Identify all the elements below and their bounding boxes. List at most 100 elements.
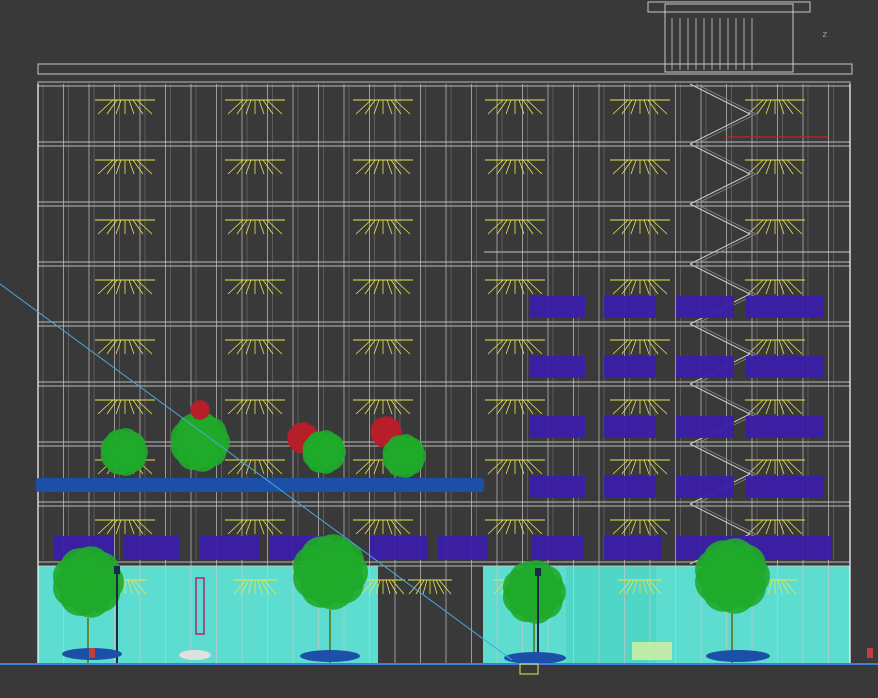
shrub [604, 536, 662, 560]
light-ray [136, 159, 153, 175]
light-ray [786, 339, 803, 355]
light-ray [765, 219, 772, 235]
light-ray [355, 159, 372, 175]
light-ray [612, 99, 629, 115]
light-ray [97, 99, 114, 115]
light-ray [106, 219, 118, 235]
light-ray [364, 339, 376, 355]
tree [100, 428, 148, 476]
light-ray [647, 459, 659, 475]
light-ray [262, 159, 274, 175]
shrub [676, 296, 734, 318]
light-ray [756, 159, 768, 175]
light-ray [115, 279, 122, 295]
light-ray [258, 279, 265, 295]
light-ray [747, 399, 764, 415]
light-ray [355, 399, 372, 415]
ground-planter [300, 650, 360, 662]
light-ray [630, 279, 637, 295]
light-ray [355, 279, 372, 295]
entrance-gap [378, 566, 483, 664]
light-ray [765, 279, 772, 295]
ceiling-lights [95, 99, 805, 595]
light-ray [364, 399, 376, 415]
light-ray [518, 399, 525, 415]
light-ray [487, 459, 504, 475]
light-ray [106, 159, 118, 175]
light-ray [526, 339, 543, 355]
light-ray [136, 99, 153, 115]
light-ray [505, 219, 512, 235]
light-ray [778, 279, 785, 295]
light-ray [355, 519, 372, 535]
floor-slab [37, 81, 851, 87]
light-ray [518, 99, 525, 115]
light-ray [487, 159, 504, 175]
light-ray [522, 279, 534, 295]
light-ray [518, 159, 525, 175]
light-ray [747, 99, 764, 115]
cad-viewport[interactable]: z [0, 0, 878, 698]
light-ray [756, 399, 768, 415]
tree-crown [390, 442, 418, 470]
light-ray [227, 99, 244, 115]
light-ray [128, 519, 135, 535]
floor-slab [37, 441, 851, 447]
floor-slab [37, 501, 851, 507]
building-elevation-drawing[interactable] [0, 0, 878, 698]
tree-crown [310, 438, 338, 466]
light-ray [364, 459, 376, 475]
light-ray [756, 459, 768, 475]
light-ray [386, 279, 393, 295]
shrub [370, 536, 428, 560]
street-tree [502, 560, 567, 624]
light-ray [262, 459, 274, 475]
shrub [604, 356, 656, 378]
light-ray [136, 219, 153, 235]
light-ray [505, 339, 512, 355]
light-ray [97, 339, 114, 355]
stair-tower [664, 3, 794, 73]
roof [37, 1, 853, 75]
tree-crown [109, 437, 139, 467]
light-ray [227, 339, 244, 355]
light-ray [136, 519, 153, 535]
light-ray [394, 519, 411, 535]
light-ray [747, 159, 764, 175]
light-ray [778, 159, 785, 175]
light-ray [765, 159, 772, 175]
shrub [530, 296, 585, 318]
light-ray [612, 219, 629, 235]
light-ray [128, 99, 135, 115]
light-ray [266, 159, 283, 175]
shrub [530, 416, 585, 438]
light-ray [782, 159, 794, 175]
light-ray [227, 399, 244, 415]
light-ray [747, 459, 764, 475]
light-ray [782, 459, 794, 475]
light-ray [132, 339, 144, 355]
light-ray [390, 339, 402, 355]
shrub [766, 536, 832, 560]
light-ray [266, 399, 283, 415]
light-ray [487, 99, 504, 115]
lamp-head [114, 566, 120, 574]
foundation-marker [519, 663, 539, 675]
light-ray [756, 279, 768, 295]
floor-slab [37, 201, 851, 207]
light-ray [747, 339, 764, 355]
light-ray [132, 219, 144, 235]
light-ray [518, 219, 525, 235]
shrub [604, 476, 656, 498]
stair-rail [695, 203, 757, 265]
light-ray [522, 519, 534, 535]
light-ray [526, 519, 543, 535]
light-ray [643, 519, 650, 535]
light-ray [97, 279, 114, 295]
light-ray [651, 279, 668, 295]
light-ray [778, 99, 785, 115]
light-ray [647, 159, 659, 175]
light-ray [487, 339, 504, 355]
light-ray [97, 159, 114, 175]
light-ray [487, 219, 504, 235]
